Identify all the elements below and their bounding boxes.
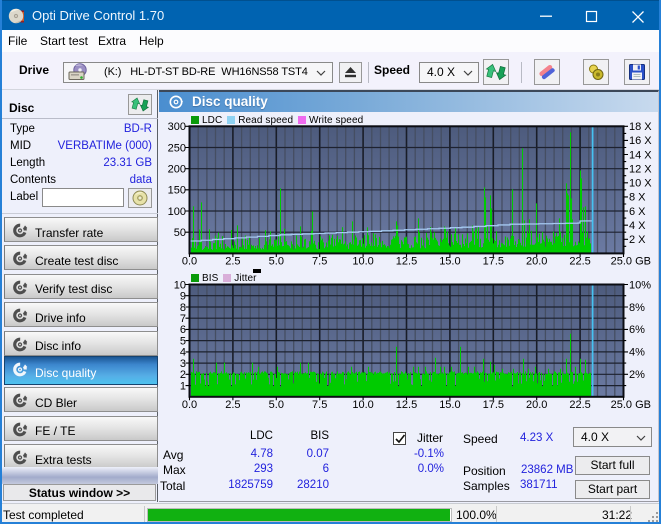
svg-text:10.0: 10.0 bbox=[352, 399, 373, 411]
svg-text:8 X: 8 X bbox=[629, 192, 646, 204]
svg-text:200: 200 bbox=[168, 164, 186, 176]
svg-text:8%: 8% bbox=[629, 302, 645, 314]
svg-text:10%: 10% bbox=[629, 279, 651, 291]
svg-text:1: 1 bbox=[180, 380, 186, 392]
svg-text:10.0: 10.0 bbox=[352, 256, 373, 268]
svg-text:7.5: 7.5 bbox=[312, 256, 327, 268]
svg-text:6 X: 6 X bbox=[629, 206, 646, 218]
svg-text:22.5: 22.5 bbox=[569, 256, 590, 268]
svg-text:15.0: 15.0 bbox=[439, 256, 460, 268]
svg-text:3: 3 bbox=[180, 358, 186, 370]
svg-text:18 X: 18 X bbox=[629, 121, 652, 133]
svg-text:300: 300 bbox=[168, 121, 186, 133]
svg-text:17.5: 17.5 bbox=[483, 256, 504, 268]
svg-text:250: 250 bbox=[168, 142, 186, 154]
svg-text:20.0: 20.0 bbox=[526, 256, 547, 268]
svg-text:50: 50 bbox=[174, 227, 186, 239]
svg-text:7: 7 bbox=[180, 313, 186, 325]
svg-text:16 X: 16 X bbox=[629, 135, 652, 147]
svg-text:14 X: 14 X bbox=[629, 149, 652, 161]
svg-text:4%: 4% bbox=[629, 347, 645, 359]
svg-text:0.0: 0.0 bbox=[182, 256, 197, 268]
svg-text:2.5: 2.5 bbox=[225, 399, 240, 411]
svg-text:9: 9 bbox=[180, 291, 186, 303]
svg-text:2.5: 2.5 bbox=[225, 256, 240, 268]
svg-text:4 X: 4 X bbox=[629, 220, 646, 232]
svg-text:0.0: 0.0 bbox=[182, 399, 197, 411]
svg-text:4: 4 bbox=[180, 347, 186, 359]
svg-text:22.5: 22.5 bbox=[569, 399, 590, 411]
svg-text:2%: 2% bbox=[629, 369, 645, 381]
svg-text:5.0: 5.0 bbox=[269, 256, 284, 268]
svg-text:2 X: 2 X bbox=[629, 234, 646, 246]
svg-text:6%: 6% bbox=[629, 324, 645, 336]
svg-text:2: 2 bbox=[180, 369, 186, 381]
svg-text:17.5: 17.5 bbox=[483, 399, 504, 411]
svg-text:25.0 GB: 25.0 GB bbox=[611, 399, 651, 411]
svg-text:7.5: 7.5 bbox=[312, 399, 327, 411]
svg-text:12.5: 12.5 bbox=[396, 256, 417, 268]
svg-text:100: 100 bbox=[168, 206, 186, 218]
svg-text:8: 8 bbox=[180, 302, 186, 314]
svg-text:5: 5 bbox=[180, 335, 186, 347]
svg-text:150: 150 bbox=[168, 185, 186, 197]
svg-text:20.0: 20.0 bbox=[526, 399, 547, 411]
svg-text:5.0: 5.0 bbox=[269, 399, 284, 411]
svg-text:12.5: 12.5 bbox=[396, 399, 417, 411]
svg-text:10 X: 10 X bbox=[629, 178, 652, 190]
svg-text:12 X: 12 X bbox=[629, 164, 652, 176]
svg-text:6: 6 bbox=[180, 324, 186, 336]
svg-text:15.0: 15.0 bbox=[439, 399, 460, 411]
svg-text:10: 10 bbox=[174, 279, 186, 291]
svg-text:25.0 GB: 25.0 GB bbox=[611, 256, 651, 268]
